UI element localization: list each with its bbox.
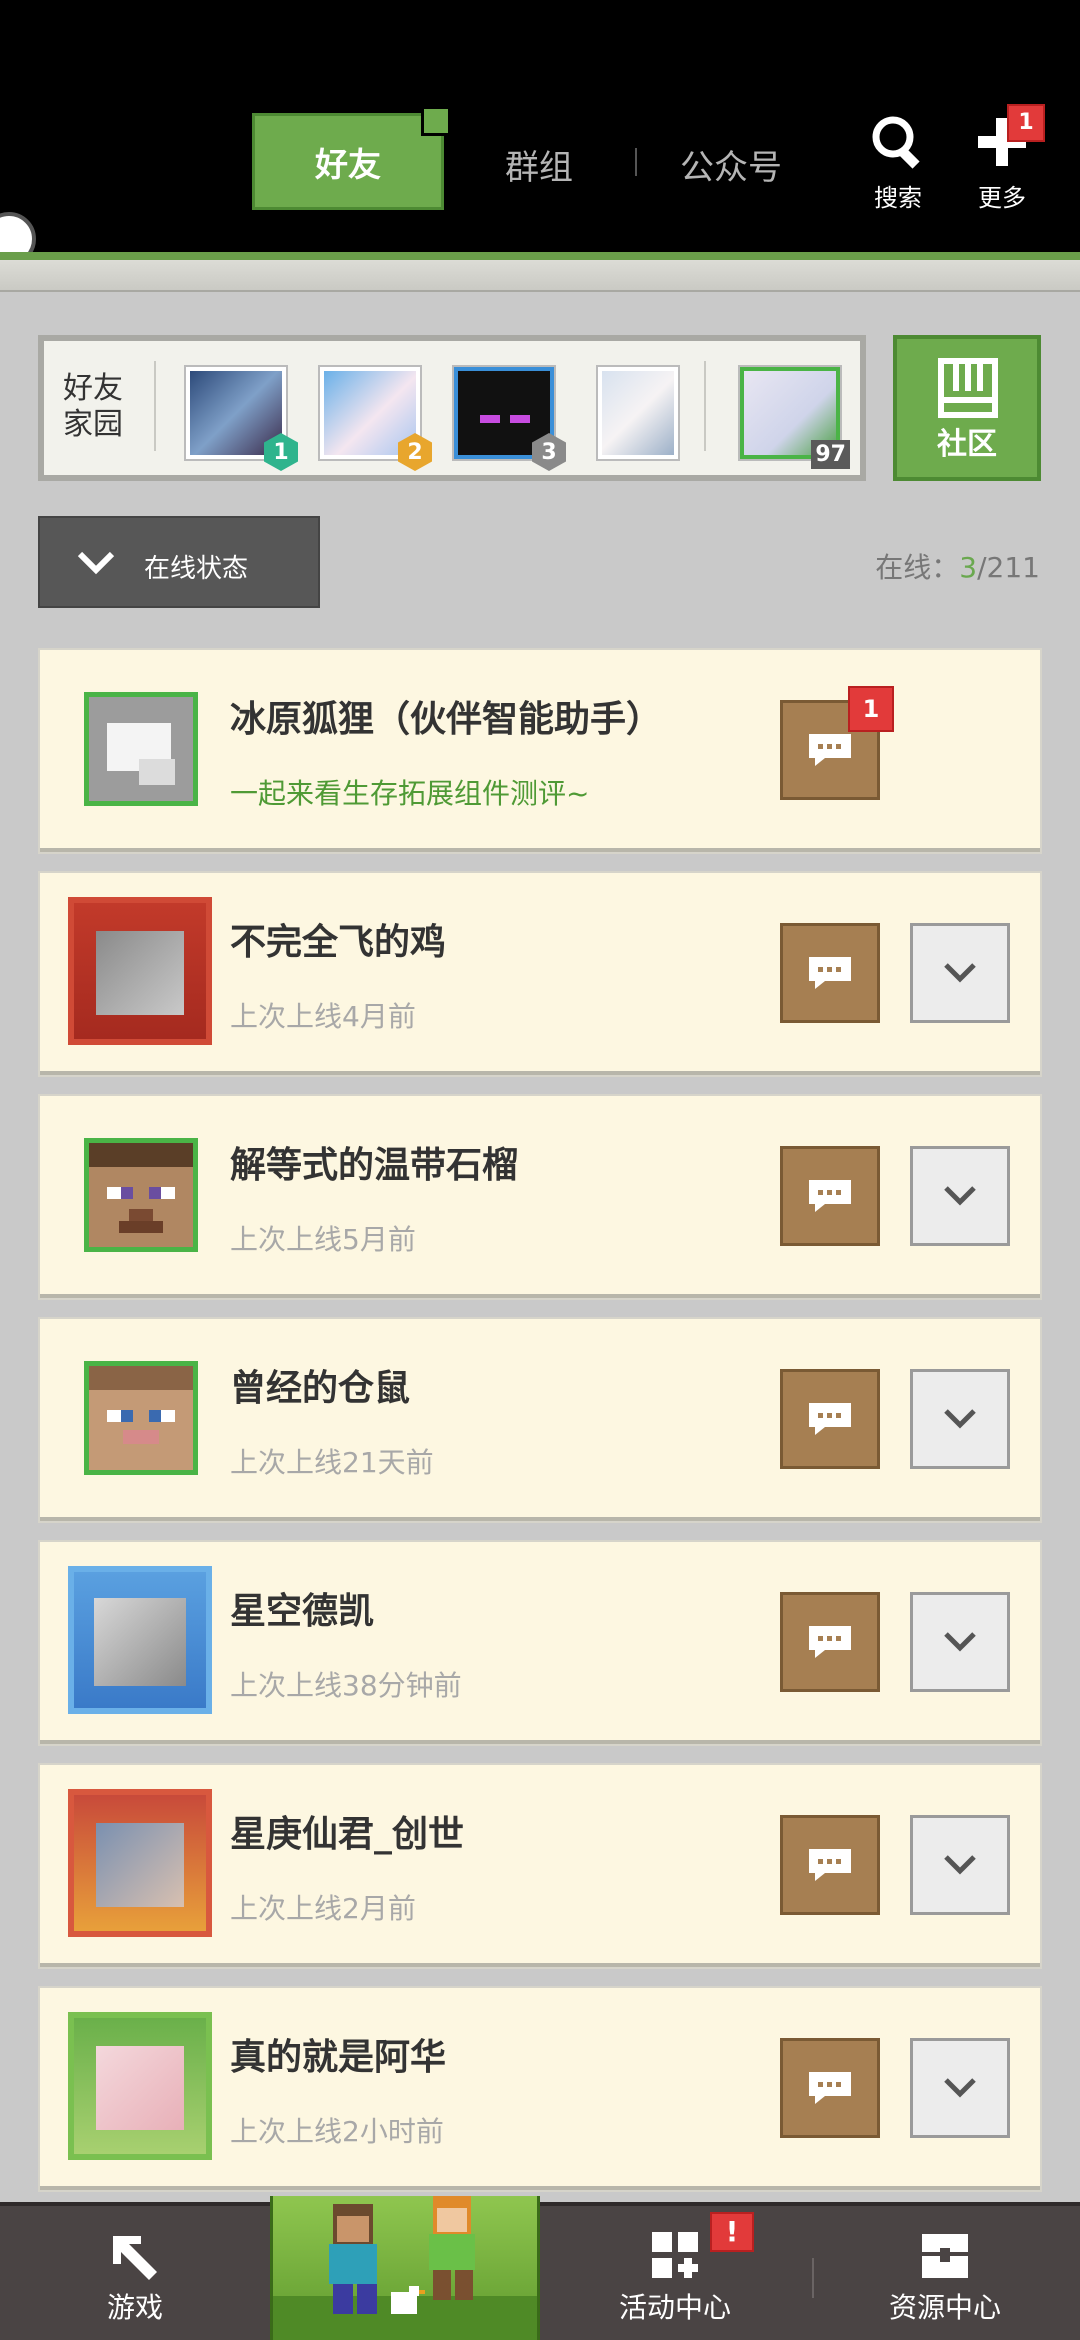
chevron-down-icon — [944, 1186, 976, 1206]
chest-icon — [922, 2234, 968, 2278]
nav-divider — [812, 2258, 814, 2298]
chevron-down-icon — [944, 1409, 976, 1429]
nav-games[interactable]: 游戏 — [0, 2202, 270, 2340]
chat-button[interactable] — [780, 1815, 880, 1915]
unread-badge: 1 — [848, 686, 894, 732]
bottom-nav: 游戏 ! 活动中心 资源中心 — [0, 2202, 1080, 2340]
tab-groups[interactable]: 群组 — [505, 140, 573, 189]
tab-friends[interactable]: 好友 — [252, 106, 451, 210]
more-notification-badge: 1 — [1007, 104, 1045, 142]
chat-bubble-icon — [809, 2072, 851, 2104]
chat-button[interactable] — [780, 2038, 880, 2138]
activity-alert-badge: ! — [710, 2212, 754, 2252]
characters-banner-icon — [273, 2196, 537, 2340]
friend-name: 解等式的温带石榴 — [230, 1145, 519, 1186]
friend-name: 星庚仙君_创世 — [230, 1814, 465, 1855]
pickaxe-icon — [113, 2236, 157, 2280]
friend-home-avatar-1[interactable]: 1 — [186, 367, 298, 471]
enderman-eye — [510, 415, 530, 423]
divider — [704, 361, 706, 451]
chevron-down-icon — [944, 963, 976, 983]
grid-icon — [652, 2232, 698, 2278]
chat-bubble-icon — [809, 734, 851, 766]
rank-3-badge: 3 — [532, 433, 566, 471]
chat-button[interactable] — [780, 1592, 880, 1692]
nav-activity-center[interactable]: ! 活动中心 — [540, 2202, 810, 2340]
friend-name: 冰原狐狸（伙伴智能助手） — [230, 699, 663, 740]
nav-resource-center[interactable]: 资源中心 — [810, 2202, 1080, 2340]
friend-last-online: 上次上线4月前 — [230, 1000, 416, 1033]
friend-options-button[interactable] — [910, 1592, 1010, 1692]
friend-last-online: 上次上线2月前 — [230, 1892, 416, 1925]
community-board-icon — [938, 358, 998, 418]
tab-corner-decoration — [421, 106, 451, 136]
search-button[interactable]: 搜索 — [853, 112, 943, 213]
search-icon — [872, 116, 920, 169]
chat-bubble-icon — [809, 1849, 851, 1881]
friend-card[interactable]: 不完全飞的鸡 上次上线4月前 — [40, 873, 1040, 1075]
friend-home-avatar-self[interactable]: 97 — [740, 367, 850, 469]
rank-2-badge: 2 — [398, 433, 432, 471]
header-accent-line — [0, 252, 1080, 260]
online-status-label: 在线状态 — [144, 554, 249, 584]
chevron-down-icon — [944, 1632, 976, 1652]
steve-face-icon — [84, 1138, 198, 1252]
friend-home-avatar-3[interactable]: 3 — [454, 367, 566, 471]
friend-last-online: 上次上线5月前 — [230, 1223, 416, 1256]
friend-card[interactable]: 星空德凯 上次上线38分钟前 — [40, 1542, 1040, 1744]
friend-options-button[interactable] — [910, 2038, 1010, 2138]
online-status-filter[interactable]: 在线状态 — [38, 516, 320, 608]
friend-card[interactable]: 曾经的仓鼠 上次上线21天前 — [40, 1319, 1040, 1521]
chevron-down-icon — [77, 551, 115, 575]
friend-last-online: 上次上线38分钟前 — [230, 1669, 462, 1702]
chat-bubble-icon — [809, 1403, 851, 1435]
divider — [154, 361, 156, 451]
avatar — [68, 2012, 212, 2160]
avatar — [68, 1566, 212, 1714]
friend-name: 曾经的仓鼠 — [230, 1368, 411, 1409]
chat-button[interactable] — [780, 923, 880, 1023]
friend-card[interactable]: 真的就是阿华 上次上线2小时前 — [40, 1988, 1040, 2190]
friend-options-button[interactable] — [910, 1815, 1010, 1915]
avatar — [68, 1789, 212, 1937]
friend-name: 真的就是阿华 — [230, 2037, 447, 2078]
friend-options-button[interactable] — [910, 1369, 1010, 1469]
friend-name: 星空德凯 — [230, 1591, 375, 1632]
fox-icon — [84, 692, 198, 806]
header-bevel — [0, 260, 1080, 292]
online-count: 在线：3/211 — [875, 551, 1040, 584]
friend-options-button[interactable] — [910, 923, 1010, 1023]
friend-home-panel[interactable]: 好友家园 1 2 3 97 — [38, 335, 866, 481]
friend-home-avatar-2[interactable]: 2 — [320, 367, 432, 471]
rank-1-badge: 1 — [264, 433, 298, 471]
chevron-down-icon — [944, 2078, 976, 2098]
chevron-down-icon — [944, 1855, 976, 1875]
enderman-eye — [480, 415, 500, 423]
friend-card[interactable]: 冰原狐狸（伙伴智能助手） 一起来看生存拓展组件测评~ 1 — [40, 650, 1040, 852]
community-label: 社区 — [937, 427, 997, 462]
level-badge: 97 — [811, 440, 850, 469]
more-button[interactable]: 更多 1 — [957, 104, 1047, 213]
nav-play-banner[interactable] — [270, 2196, 540, 2340]
friend-card[interactable]: 星庚仙君_创世 上次上线2月前 — [40, 1765, 1040, 1967]
chat-bubble-icon — [809, 1180, 851, 1212]
tab-official-accounts[interactable]: 公众号 — [680, 140, 782, 189]
chat-bubble-icon — [809, 957, 851, 989]
avatar — [68, 897, 212, 1045]
friend-status: 一起来看生存拓展组件测评~ — [230, 777, 590, 810]
friend-options-button[interactable] — [910, 1146, 1010, 1246]
friend-last-online: 上次上线2小时前 — [230, 2115, 444, 2148]
chat-bubble-icon — [809, 1626, 851, 1658]
chat-button[interactable] — [780, 1146, 880, 1246]
friend-name: 不完全飞的鸡 — [230, 922, 447, 963]
friend-home-avatar-4[interactable] — [598, 367, 678, 459]
tab-divider — [635, 148, 637, 176]
chat-button[interactable] — [780, 1369, 880, 1469]
friend-home-label: 好友家园 — [63, 371, 123, 442]
steve-face-icon — [84, 1361, 198, 1475]
top-bar: 好友 群组 公众号 搜索 更多 1 — [0, 0, 1080, 266]
community-button[interactable]: 社区 — [893, 335, 1041, 481]
friend-last-online: 上次上线21天前 — [230, 1446, 434, 1479]
friend-card[interactable]: 解等式的温带石榴 上次上线5月前 — [40, 1096, 1040, 1298]
